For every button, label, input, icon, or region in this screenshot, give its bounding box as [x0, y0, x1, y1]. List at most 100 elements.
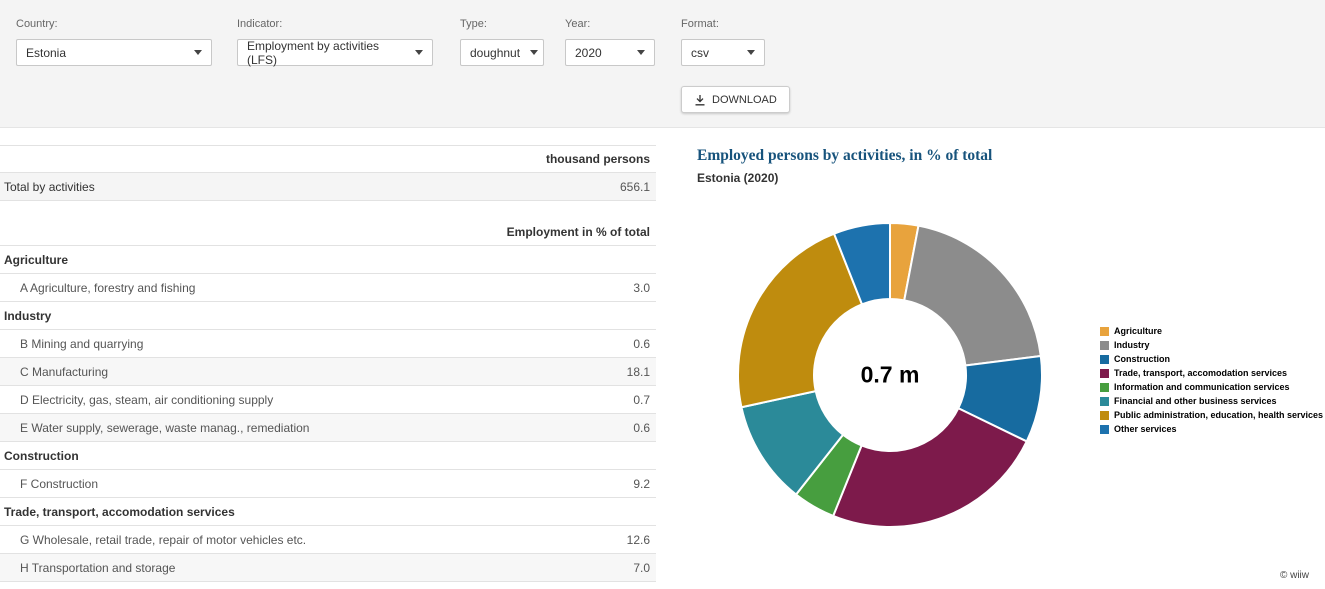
legend-swatch: [1100, 341, 1109, 350]
legend-label: Public administration, education, health…: [1114, 410, 1323, 420]
chevron-down-icon: [747, 50, 755, 55]
filter-bar: Country: Estonia Indicator: Employment b…: [0, 0, 1325, 128]
table-row: C Manufacturing 18.1: [0, 358, 656, 386]
row-value: 0.6: [633, 337, 650, 351]
row-value: 0.6: [633, 421, 650, 435]
chevron-down-icon: [530, 50, 538, 55]
legend-swatch: [1100, 355, 1109, 364]
legend-item[interactable]: Construction: [1100, 354, 1323, 364]
legend-label: Information and communication services: [1114, 382, 1290, 392]
legend-label: Trade, transport, accomodation services: [1114, 368, 1287, 378]
legend-label: Financial and other business services: [1114, 396, 1277, 406]
legend-swatch: [1100, 425, 1109, 434]
legend-swatch: [1100, 383, 1109, 392]
legend-item[interactable]: Other services: [1100, 424, 1323, 434]
type-select[interactable]: doughnut: [460, 39, 544, 66]
table-section-header: Agriculture: [0, 246, 656, 274]
row-value: 9.2: [633, 477, 650, 491]
percent-header-label: Employment in % of total: [507, 225, 650, 239]
legend-label: Agriculture: [1114, 326, 1162, 336]
format-select[interactable]: csv: [681, 39, 765, 66]
download-button-label: DOWNLOAD: [712, 94, 777, 106]
chart-credit: © wiiw: [1280, 570, 1309, 581]
country-label: Country:: [16, 18, 212, 30]
chart-title: Employed persons by activities, in % of …: [697, 147, 992, 165]
format-select-value: csv: [691, 46, 709, 60]
legend-item[interactable]: Public administration, education, health…: [1100, 410, 1323, 420]
units-header-label: thousand persons: [546, 152, 650, 166]
table-section-header: Trade, transport, accomodation services: [0, 498, 656, 526]
legend-label: Industry: [1114, 340, 1150, 350]
row-label: H Transportation and storage: [20, 561, 175, 575]
legend-item[interactable]: Trade, transport, accomodation services: [1100, 368, 1323, 378]
total-row-value: 656.1: [620, 180, 650, 194]
row-label: F Construction: [20, 477, 98, 491]
indicator-select-value: Employment by activities (LFS): [247, 39, 405, 67]
section-title: Construction: [4, 449, 79, 463]
table-spacer: [0, 201, 656, 218]
table-row: B Mining and quarrying 0.6: [0, 330, 656, 358]
table-sections: Agriculture A Agriculture, forestry and f…: [0, 246, 656, 582]
country-select[interactable]: Estonia: [16, 39, 212, 66]
row-value: 12.6: [627, 533, 650, 547]
format-label: Format:: [681, 18, 765, 30]
legend-swatch: [1100, 327, 1109, 336]
row-value: 18.1: [627, 365, 650, 379]
row-value: 3.0: [633, 281, 650, 295]
legend-item[interactable]: Industry: [1100, 340, 1323, 350]
percent-header-row: Employment in % of total: [0, 218, 656, 246]
table-section-header: Construction: [0, 442, 656, 470]
year-label: Year:: [565, 18, 655, 30]
download-icon: [694, 94, 706, 106]
chevron-down-icon: [415, 50, 423, 55]
units-header-row: thousand persons: [0, 145, 656, 173]
section-title: Trade, transport, accomodation services: [4, 505, 235, 519]
country-filter: Country: Estonia: [16, 18, 212, 66]
year-select-value: 2020: [575, 46, 602, 60]
legend-label: Other services: [1114, 424, 1177, 434]
total-row: Total by activities 656.1: [0, 173, 656, 201]
section-title: Industry: [4, 309, 51, 323]
table-row: D Electricity, gas, steam, air condition…: [0, 386, 656, 414]
data-table: thousand persons Total by activities 656…: [0, 128, 656, 589]
section-title: Agriculture: [4, 253, 68, 267]
legend-item[interactable]: Financial and other business services: [1100, 396, 1323, 406]
row-label: B Mining and quarrying: [20, 337, 143, 351]
row-label: A Agriculture, forestry and fishing: [20, 281, 195, 295]
legend-swatch: [1100, 397, 1109, 406]
row-label: C Manufacturing: [20, 365, 108, 379]
chart-panel: Employed persons by activities, in % of …: [656, 128, 1325, 589]
chart-subtitle: Estonia (2020): [697, 171, 778, 185]
table-row: E Water supply, sewerage, waste manag., …: [0, 414, 656, 442]
chevron-down-icon: [637, 50, 645, 55]
table-section-header: Industry: [0, 302, 656, 330]
year-select[interactable]: 2020: [565, 39, 655, 66]
download-button[interactable]: DOWNLOAD: [681, 86, 790, 113]
legend-label: Construction: [1114, 354, 1170, 364]
row-value: 0.7: [633, 393, 650, 407]
year-filter: Year: 2020: [565, 18, 655, 66]
donut-slice-2[interactable]: [904, 226, 1041, 366]
type-filter: Type: doughnut: [460, 18, 544, 66]
format-filter: Format: csv: [681, 18, 765, 66]
table-row: G Wholesale, retail trade, repair of mot…: [0, 526, 656, 554]
indicator-filter: Indicator: Employment by activities (LFS…: [237, 18, 433, 66]
legend-swatch: [1100, 411, 1109, 420]
indicator-select[interactable]: Employment by activities (LFS): [237, 39, 433, 66]
donut-center-label: 0.7 m: [861, 362, 920, 389]
country-select-value: Estonia: [26, 46, 66, 60]
chart-legend: Agriculture Industry Construction Trade, tr…: [1100, 326, 1323, 434]
legend-item[interactable]: Agriculture: [1100, 326, 1323, 336]
total-row-label: Total by activities: [4, 180, 95, 194]
row-label: G Wholesale, retail trade, repair of mot…: [20, 533, 306, 547]
row-label: D Electricity, gas, steam, air condition…: [20, 393, 273, 407]
type-label: Type:: [460, 18, 544, 30]
indicator-label: Indicator:: [237, 18, 433, 30]
row-value: 7.0: [633, 561, 650, 575]
legend-item[interactable]: Information and communication services: [1100, 382, 1323, 392]
table-row: F Construction 9.2: [0, 470, 656, 498]
chevron-down-icon: [194, 50, 202, 55]
main-content: thousand persons Total by activities 656…: [0, 128, 1325, 589]
table-row: A Agriculture, forestry and fishing 3.0: [0, 274, 656, 302]
legend-swatch: [1100, 369, 1109, 378]
